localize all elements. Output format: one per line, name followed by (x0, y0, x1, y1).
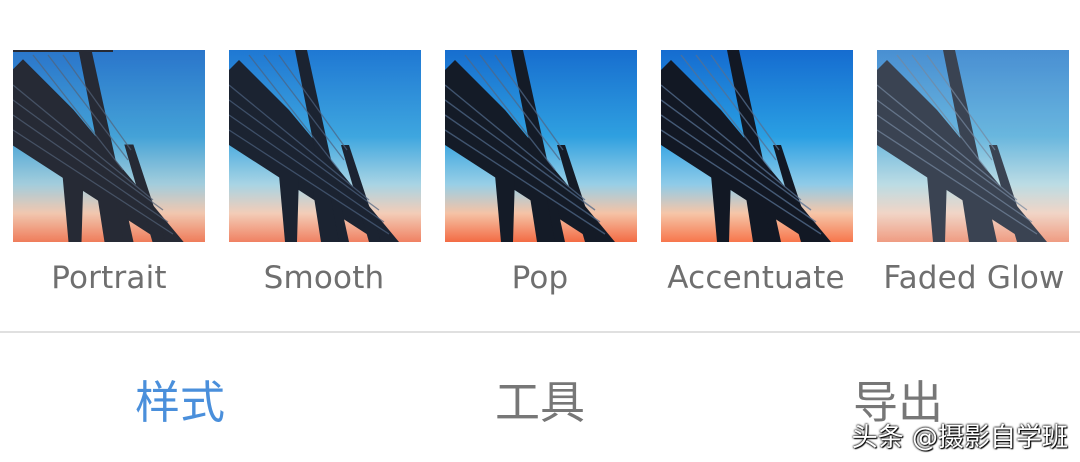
filter-label-smooth: Smooth (263, 260, 385, 296)
bridge-photo (445, 50, 637, 242)
filter-label-faded-glow: Faded Glow (883, 260, 1065, 296)
filter-thumbnail-faded-glow[interactable] (877, 50, 1069, 242)
filter-thumbnail-pop[interactable] (445, 50, 637, 242)
bridge-photo (229, 50, 421, 242)
filter-strip: Portrait Smooth Pop Accentuate Faded Glo… (0, 50, 1080, 310)
tab-styles[interactable]: 样式 (90, 373, 270, 433)
filter-thumbnail-portrait[interactable] (13, 50, 205, 242)
bridge-photo (13, 50, 205, 242)
bridge-photo (661, 50, 853, 242)
filter-portrait[interactable]: Portrait (0, 50, 216, 310)
tab-tools[interactable]: 工具 (450, 373, 630, 433)
filter-accentuate[interactable]: Accentuate (648, 50, 864, 310)
filter-label-accentuate: Accentuate (667, 260, 845, 296)
watermark: 头条 @摄影自学班 (851, 423, 1068, 453)
filter-thumbnail-accentuate[interactable] (661, 50, 853, 242)
bridge-photo (877, 50, 1069, 242)
filter-label-portrait: Portrait (51, 260, 167, 296)
filter-label-pop: Pop (511, 260, 569, 296)
filter-editor-screen: Portrait Smooth Pop Accentuate Faded Glo… (0, 0, 1080, 462)
filter-smooth[interactable]: Smooth (216, 50, 432, 310)
filter-thumbnail-smooth[interactable] (229, 50, 421, 242)
filter-faded-glow[interactable]: Faded Glow (864, 50, 1080, 310)
filter-pop[interactable]: Pop (432, 50, 648, 310)
